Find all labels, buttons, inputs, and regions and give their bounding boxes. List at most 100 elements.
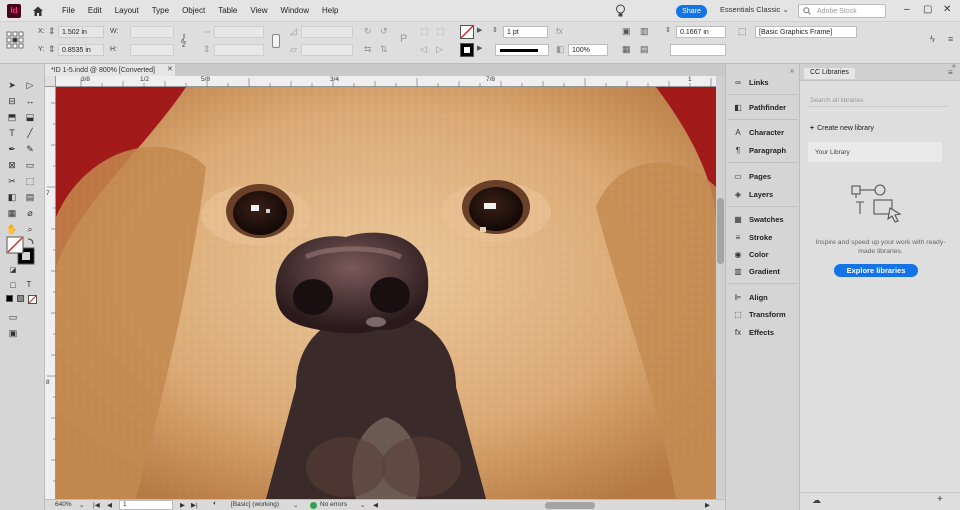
chevron-down-icon[interactable]: ⌄ xyxy=(360,501,365,509)
chevron-right-icon[interactable]: ▶ xyxy=(477,44,482,52)
opacity-field[interactable]: 100% xyxy=(568,44,608,56)
close-icon[interactable]: ✕ xyxy=(943,4,951,15)
panel-character[interactable]: A Character xyxy=(732,128,784,137)
next-page-icon[interactable]: ▶ xyxy=(180,501,185,509)
menu-layout[interactable]: Layout xyxy=(115,6,139,15)
stepper-icon[interactable]: ⇕ xyxy=(492,26,498,34)
line-tool-icon[interactable]: ╱ xyxy=(23,126,37,140)
menu-type[interactable]: Type xyxy=(152,6,169,15)
eyedropper-tool-icon[interactable]: ⌀ xyxy=(23,206,37,220)
add-content-icon[interactable]: + xyxy=(937,494,943,505)
stepper-icon[interactable]: ⇕ xyxy=(665,26,671,34)
placed-dog-image[interactable] xyxy=(56,87,716,499)
flip-h-icon[interactable]: ⇆ xyxy=(364,44,372,55)
stock-search-input[interactable]: Adobe Stock xyxy=(798,4,886,18)
libraries-tab[interactable]: CC Libraries xyxy=(804,68,855,79)
home-icon[interactable] xyxy=(32,5,44,17)
panel-align[interactable]: ⊫ Align xyxy=(732,293,768,302)
chevron-down-icon[interactable]: ⌄ xyxy=(79,501,84,509)
rectangle-frame-tool-icon[interactable]: ⊠ xyxy=(5,158,19,172)
constrain-proportions-icon[interactable]: 𝄞 xyxy=(180,35,187,48)
document-tab[interactable]: *ID 1-5.indd @ 800% [Converted] xyxy=(45,64,175,76)
scale-x-field[interactable] xyxy=(214,26,264,38)
rectangle-tool-icon[interactable]: ▭ xyxy=(23,158,37,172)
wrap-none-icon[interactable]: ▣ xyxy=(622,26,631,37)
formatting-text-icon[interactable]: T xyxy=(22,278,36,292)
menu-file[interactable]: File xyxy=(62,6,75,15)
menu-edit[interactable]: Edit xyxy=(88,6,102,15)
chevron-right-icon[interactable]: ▶ xyxy=(477,26,482,34)
last-page-icon[interactable]: ▶| xyxy=(191,501,198,509)
menu-window[interactable]: Window xyxy=(281,6,309,15)
panel-gradient[interactable]: ▥ Gradient xyxy=(732,267,780,276)
reference-p-icon[interactable]: P xyxy=(400,33,407,45)
close-tab-icon[interactable]: ✕ xyxy=(167,65,173,73)
scale-y-icon[interactable]: ⇕ xyxy=(203,44,211,55)
wrap-bbox-icon[interactable]: ▥ xyxy=(640,26,649,37)
panel-stroke[interactable]: ≡ Stroke xyxy=(732,233,773,242)
panel-color[interactable]: ◉ Color xyxy=(732,250,769,259)
rotate-field[interactable] xyxy=(301,26,353,38)
gradient-swatch-tool-icon[interactable]: ◧ xyxy=(5,190,19,204)
menu-view[interactable]: View xyxy=(250,6,267,15)
stepper-icon[interactable]: ⇕ xyxy=(48,44,56,55)
stroke-swatch-icon[interactable] xyxy=(460,43,474,57)
create-library-button[interactable]: + Create new library xyxy=(810,125,874,132)
constrain-scale-icon[interactable] xyxy=(272,34,280,48)
shear-icon[interactable]: ▱ xyxy=(290,44,297,55)
maximize-icon[interactable]: ▢ xyxy=(923,4,932,15)
rotate-cw-icon[interactable]: ↻ xyxy=(364,26,372,37)
fill-stroke-swatches-icon[interactable] xyxy=(6,236,38,266)
collapse-icon[interactable]: « xyxy=(952,63,956,70)
apply-none-icon[interactable] xyxy=(28,295,37,304)
your-library-item[interactable]: Your Library xyxy=(808,142,942,162)
panel-paragraph[interactable]: ¶ Paragraph xyxy=(732,146,786,155)
content-collector-icon[interactable]: ⬒ xyxy=(5,110,19,124)
vertical-ruler[interactable]: 7 8 xyxy=(45,87,56,499)
scroll-left-icon[interactable]: ◀ xyxy=(373,501,378,509)
shear-field[interactable] xyxy=(301,44,353,56)
collapse-panels-icon[interactable]: » xyxy=(790,68,794,75)
preflight-profile[interactable]: [Basic] (working) xyxy=(231,501,279,508)
direct-selection-tool-icon[interactable]: ▷ xyxy=(23,78,37,92)
zoom-tool-icon[interactable]: ⌕ xyxy=(23,222,37,236)
vertical-scrollbar[interactable] xyxy=(716,76,725,499)
apply-gradient-icon[interactable] xyxy=(17,295,24,302)
page-number-field[interactable]: 1 xyxy=(119,500,173,510)
reference-point-icon[interactable] xyxy=(6,31,24,49)
panel-swatches[interactable]: ▦ Swatches xyxy=(732,215,783,224)
horizontal-ruler[interactable]: 3/8 1/2 5/8 3/4 7/8 1 xyxy=(56,76,716,87)
preflight-status[interactable]: No errors xyxy=(320,501,347,508)
formatting-container-icon[interactable]: □ xyxy=(6,278,20,292)
chevron-down-icon[interactable]: ⌄ xyxy=(293,501,298,509)
cloud-icon[interactable]: ☁ xyxy=(812,495,821,506)
frame-style-icon[interactable]: ⬚ xyxy=(738,26,747,37)
rotate-ccw-icon[interactable]: ↺ xyxy=(380,26,388,37)
view-mode-icon[interactable]: ▣ xyxy=(6,326,20,340)
page-tool-icon[interactable]: ⊟ xyxy=(5,94,19,108)
share-button[interactable]: Share xyxy=(676,5,707,18)
panel-links[interactable]: ∞ Links xyxy=(732,78,768,87)
selection-tool-icon[interactable]: ➤ xyxy=(5,78,19,92)
select-container-icon[interactable]: ⬚ xyxy=(420,26,429,37)
lightning-icon[interactable]: ϟ xyxy=(930,34,935,44)
gradient-feather-tool-icon[interactable]: ▤ xyxy=(23,190,37,204)
select-content-icon[interactable]: ⬚ xyxy=(436,26,445,37)
hand-tool-icon[interactable]: ✋ xyxy=(5,222,19,236)
wrap-jump-icon[interactable]: ▤ xyxy=(640,44,649,55)
document-canvas[interactable] xyxy=(56,87,716,499)
flip-v-icon[interactable]: ⇅ xyxy=(380,44,388,55)
panel-pathfinder[interactable]: ◧ Pathfinder xyxy=(732,103,786,112)
gap-tool-icon[interactable]: ↔ xyxy=(23,94,37,108)
menu-table[interactable]: Table xyxy=(218,6,237,15)
pencil-tool-icon[interactable]: ✎ xyxy=(23,142,37,156)
stroke-weight-field[interactable]: 1 pt xyxy=(503,26,548,38)
lightbulb-icon[interactable] xyxy=(615,4,626,18)
content-placer-icon[interactable]: ⬓ xyxy=(23,110,37,124)
panel-menu-icon[interactable]: ≡ xyxy=(948,34,953,44)
menu-help[interactable]: Help xyxy=(322,6,338,15)
pen-tool-icon[interactable]: ✒ xyxy=(5,142,19,156)
height-field[interactable] xyxy=(130,44,174,56)
fx-icon[interactable]: fx xyxy=(556,26,563,36)
note-tool-icon[interactable]: ▦ xyxy=(5,206,19,220)
